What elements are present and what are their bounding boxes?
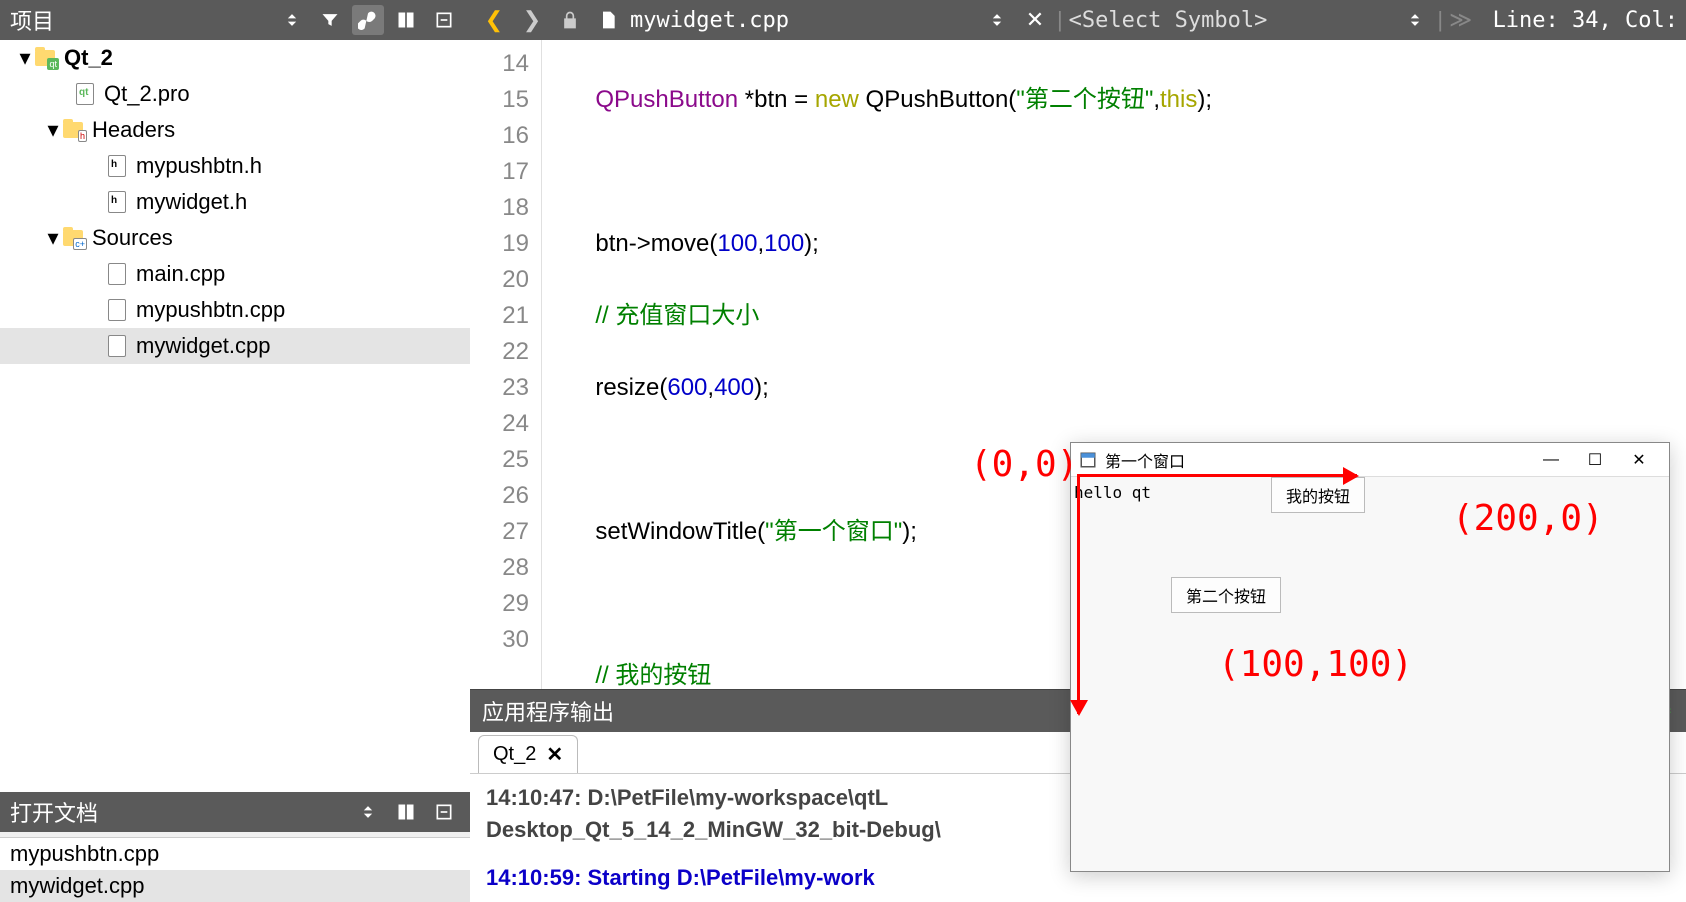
doc-item[interactable]: mypushbtn.cpp [0, 838, 470, 870]
tree-file[interactable]: h mywidget.h [0, 184, 470, 220]
collapse-icon[interactable] [428, 797, 460, 827]
app-titlebar[interactable]: 第一个窗口 — ☐ ✕ [1071, 443, 1669, 477]
close-file-icon[interactable]: ✕ [1019, 5, 1051, 35]
current-file[interactable]: mywidget.cpp [630, 8, 789, 33]
arrow-vertical [1077, 474, 1080, 714]
close-icon[interactable]: ✕ [1617, 445, 1661, 475]
lock-icon[interactable] [554, 5, 586, 35]
symbol-dropdown[interactable]: <Select Symbol> [1069, 8, 1268, 33]
link-icon[interactable] [352, 5, 384, 35]
nav-back-icon[interactable]: ❮ [478, 5, 510, 35]
tree-headers[interactable]: ▾ h Headers [0, 112, 470, 148]
minimize-icon[interactable]: — [1529, 445, 1573, 475]
sort-spinner-icon[interactable] [1399, 5, 1431, 35]
doc-item[interactable]: mywidget.cpp [0, 870, 470, 902]
app-icon [1079, 451, 1097, 469]
tree-label: Sources [92, 225, 173, 251]
tree-root[interactable]: ▾ qt Qt_2 [0, 40, 470, 76]
close-tab-icon[interactable]: ✕ [546, 742, 563, 767]
line-gutter: 14 15 16 17 18 19 20 21 22 23 24 25 26 2… [470, 40, 542, 689]
sort-spinner-icon[interactable] [981, 5, 1013, 35]
maximize-icon[interactable]: ☐ [1573, 445, 1617, 475]
nav-forward-icon[interactable]: ❯ [516, 5, 548, 35]
project-panel-title: 项目 [10, 4, 276, 36]
tree-sources[interactable]: ▾ c+ Sources [0, 220, 470, 256]
tree-label: mywidget.cpp [136, 333, 271, 359]
chevron-down-icon[interactable]: ▾ [16, 45, 34, 71]
tree-file[interactable]: mypushbtn.cpp [0, 292, 470, 328]
output-tab[interactable]: Qt_2 ✕ [478, 735, 578, 773]
tree-label: mypushbtn.h [136, 153, 262, 179]
split-icon[interactable] [390, 5, 422, 35]
annotation-p2: (100,100) [1218, 644, 1413, 685]
cursor-status: Line: 34, Col: [1493, 8, 1678, 33]
tree-file[interactable]: qt Qt_2.pro [0, 76, 470, 112]
sort-icon[interactable] [276, 5, 308, 35]
project-tree[interactable]: ▾ qt Qt_2 qt Qt_2.pro ▾ h Headers h mypu… [0, 40, 470, 792]
docs-list[interactable]: mypushbtn.cpp mywidget.cpp [0, 832, 470, 902]
tree-label: mywidget.h [136, 189, 247, 215]
arrow-horizontal [1077, 474, 1357, 477]
tree-file[interactable]: h mypushbtn.h [0, 148, 470, 184]
tree-file[interactable]: main.cpp [0, 256, 470, 292]
second-button[interactable]: 第二个按钮 [1171, 577, 1281, 613]
annotation-origin: (0,0) [970, 444, 1078, 485]
collapse-icon[interactable] [428, 5, 460, 35]
docs-panel-header: 打开文档 [0, 792, 470, 832]
tree-file[interactable]: mywidget.cpp [0, 328, 470, 364]
tree-label: Headers [92, 117, 175, 143]
editor-toolbar: ❮ ❯ mywidget.cpp ✕ | <Select Symbol> | ≫… [470, 0, 1686, 40]
tree-label: main.cpp [136, 261, 225, 287]
project-panel-header: 项目 [0, 0, 470, 40]
file-icon [592, 5, 624, 35]
sort-icon[interactable] [352, 797, 384, 827]
docs-panel-title: 打开文档 [10, 796, 352, 828]
tree-label: Qt_2.pro [104, 81, 190, 107]
split-icon[interactable] [390, 797, 422, 827]
app-title: 第一个窗口 [1105, 448, 1529, 472]
chevron-down-icon[interactable]: ▾ [44, 225, 62, 251]
tree-label: mypushbtn.cpp [136, 297, 285, 323]
chevron-down-icon[interactable]: ▾ [44, 117, 62, 143]
tree-label: Qt_2 [64, 45, 113, 71]
filter-icon[interactable] [314, 5, 346, 35]
hello-label: hello qt [1074, 483, 1151, 502]
annotation-p1: (200,0) [1452, 498, 1604, 539]
